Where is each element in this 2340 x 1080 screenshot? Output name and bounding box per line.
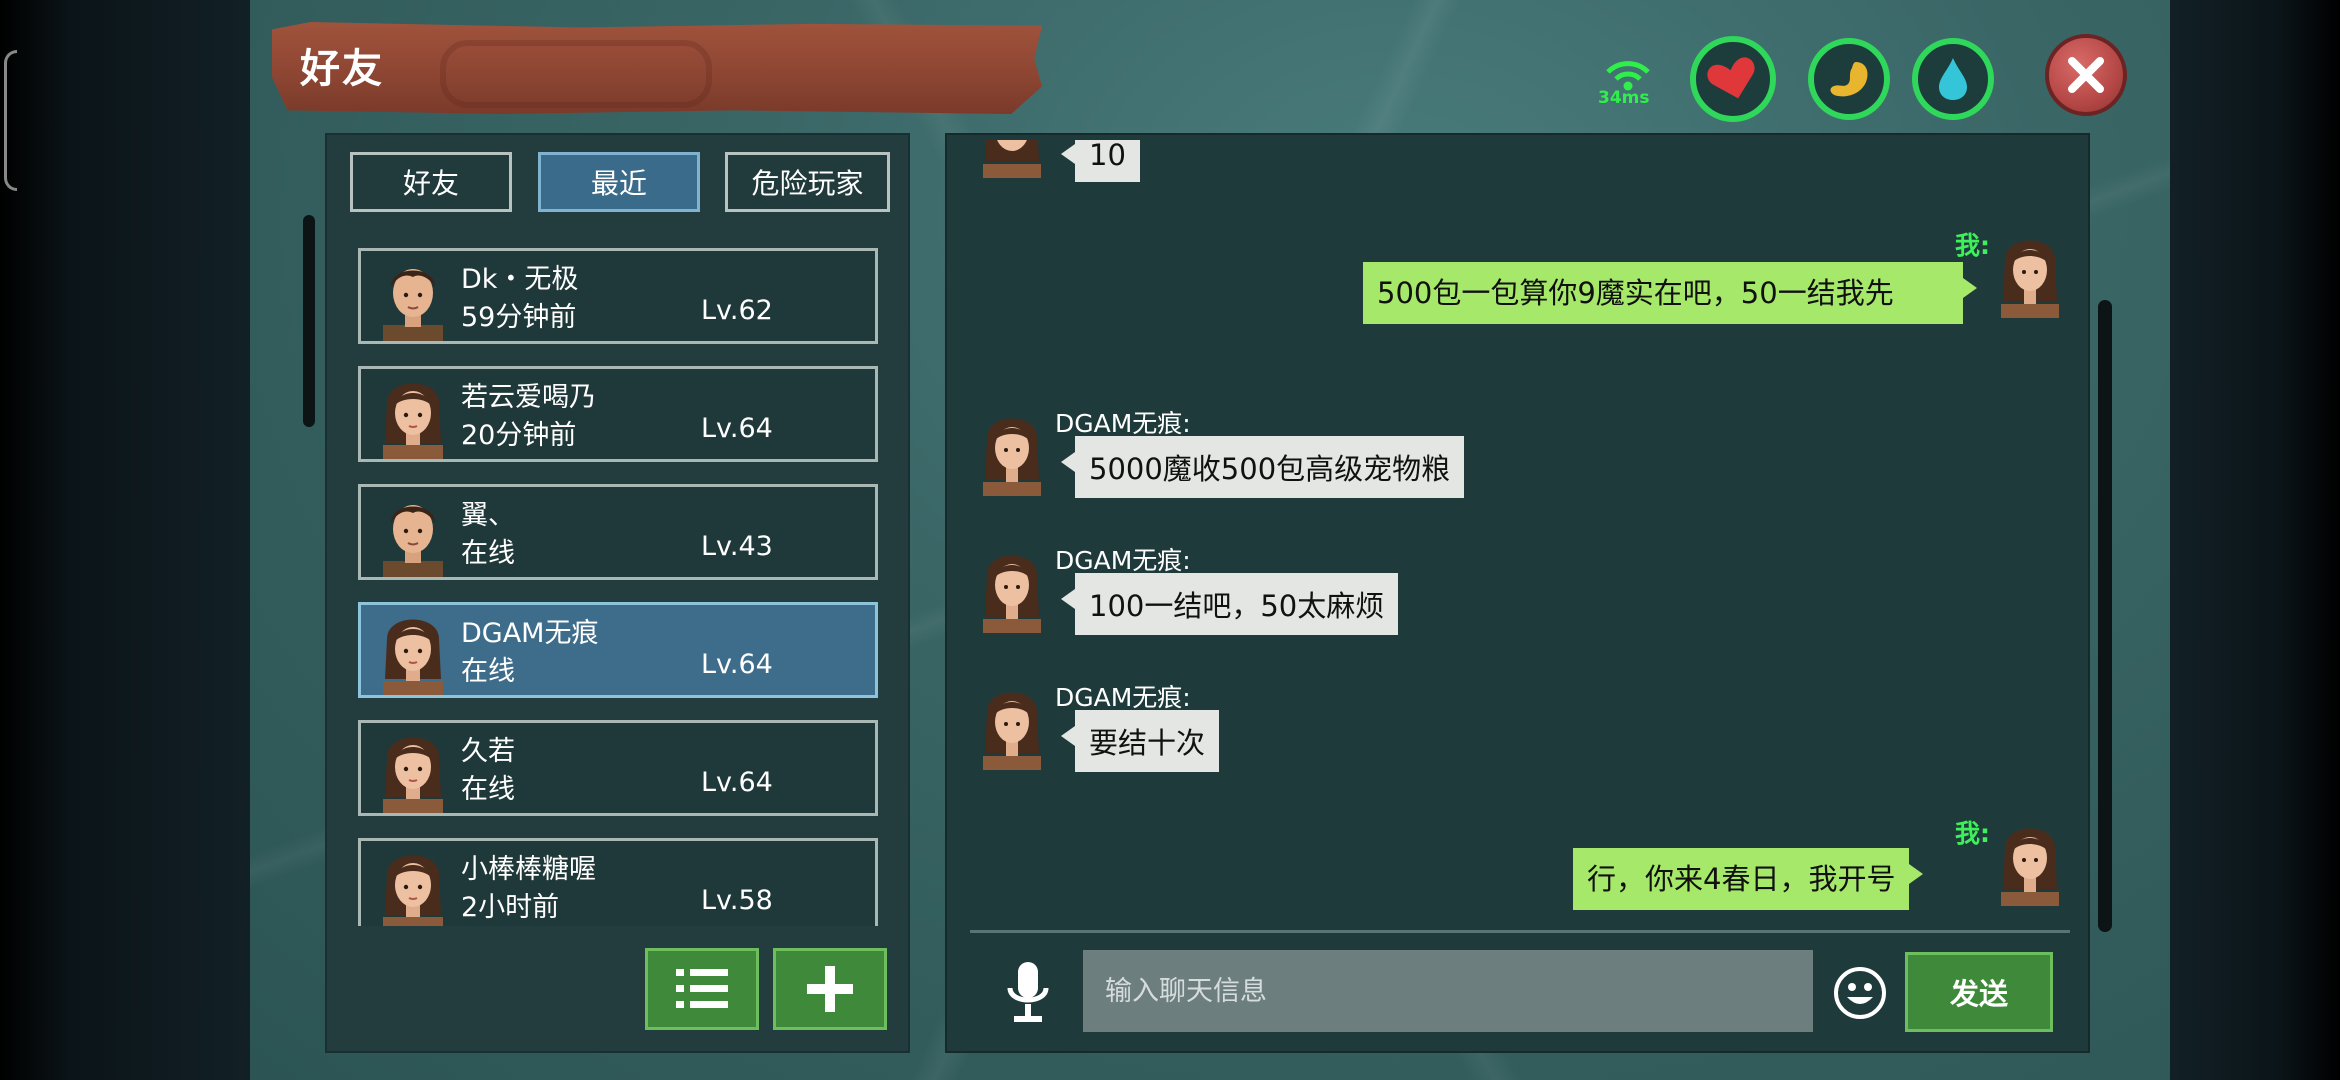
friend-level: Lv.62 <box>701 295 773 326</box>
chat-messages: 10 我: 500包一包算你9魔实在吧，50一结我先 DGAM无痕: 5000魔… <box>955 140 2075 930</box>
friend-last-seen: 20分钟前 <box>461 420 577 451</box>
close-button[interactable] <box>2045 34 2127 116</box>
friend-name: 翼、 <box>461 500 515 531</box>
microphone-icon <box>1007 962 1049 1022</box>
avatar <box>983 140 1041 178</box>
sender-name: DGAM无痕: <box>1055 546 1191 575</box>
chat-message-input[interactable] <box>1083 950 1813 1032</box>
close-icon <box>2068 57 2104 93</box>
list-icon <box>676 969 728 1008</box>
friend-last-seen: 在线 <box>461 774 515 805</box>
emoji-icon <box>1834 967 1886 1019</box>
avatar <box>383 269 443 341</box>
divider <box>970 930 2070 933</box>
tab-friends[interactable]: 好友 <box>350 152 512 212</box>
voice-input-button[interactable] <box>1000 958 1056 1028</box>
avatar <box>383 737 443 813</box>
avatar <box>2001 828 2059 906</box>
friend-last-seen: 59分钟前 <box>461 302 577 333</box>
stomach-icon <box>1830 62 1868 97</box>
friend-last-seen: 在线 <box>461 538 515 569</box>
friend-row[interactable]: 若云爱喝乃 20分钟前 Lv.64 <box>358 366 878 462</box>
friend-level: Lv.64 <box>701 767 773 798</box>
title-banner-decoration <box>440 40 712 108</box>
friend-level: Lv.58 <box>701 885 773 916</box>
ping-readout: 34ms <box>1598 88 1650 108</box>
chat-message: 要结十次 <box>1060 710 1220 772</box>
friend-row[interactable]: 翼、 在线 Lv.43 <box>358 484 878 580</box>
avatar <box>383 505 443 577</box>
friend-row[interactable]: 小棒棒糖喔 2小时前 Lv.58 <box>358 838 878 926</box>
friend-list-menu-button[interactable] <box>645 948 759 1030</box>
avatar <box>383 855 443 926</box>
friend-level: Lv.64 <box>701 649 773 680</box>
chat-scrollbar[interactable] <box>2098 300 2112 932</box>
friend-row[interactable]: DGAM无痕 在线 Lv.64 <box>358 602 878 698</box>
hunger-indicator <box>1808 38 1890 120</box>
friend-row[interactable]: 久若 在线 Lv.64 <box>358 720 878 816</box>
chat-message: 100一结吧，50太麻烦 <box>1060 573 1399 635</box>
avatar <box>383 619 443 695</box>
friend-last-seen: 2小时前 <box>461 892 560 923</box>
chat-message-mine: 500包一包算你9魔实在吧，50一结我先 <box>1363 262 1977 324</box>
sender-name: DGAM无痕: <box>1055 409 1191 438</box>
friend-name: 久若 <box>461 736 515 767</box>
chat-message: 5000魔收500包高级宠物粮 <box>1060 436 1465 498</box>
send-button[interactable]: 发送 <box>1905 952 2053 1032</box>
emoji-button[interactable] <box>1832 965 1888 1021</box>
plus-icon <box>807 966 853 1012</box>
avatar <box>983 555 1041 633</box>
friend-list: Dk・无极 59分钟前 Lv.62 若云爱喝乃 20分钟前 Lv.64 翼、 在… <box>358 248 880 926</box>
tab-dangerous-players[interactable]: 危险玩家 <box>725 152 890 212</box>
avatar <box>2001 240 2059 318</box>
friend-name: Dk・无极 <box>461 264 579 295</box>
chat-message-mine: 行，你来4春日，我开号 <box>1573 848 1924 910</box>
friend-name: 小棒棒糖喔 <box>461 854 596 885</box>
friend-name: DGAM无痕 <box>461 618 599 649</box>
tab-recent[interactable]: 最近 <box>538 152 700 212</box>
right-gutter <box>2170 0 2340 1080</box>
friend-row[interactable]: Dk・无极 59分钟前 Lv.62 <box>358 248 878 344</box>
page-title: 好友 <box>300 46 384 92</box>
friend-list-scrollbar[interactable] <box>303 215 315 427</box>
friend-level: Lv.64 <box>701 413 773 444</box>
friend-name: 若云爱喝乃 <box>461 382 596 413</box>
heart-icon <box>1707 57 1755 99</box>
wifi-icon <box>1606 61 1650 91</box>
device-edge <box>4 50 17 191</box>
health-indicator <box>1690 36 1776 122</box>
avatar <box>383 383 443 459</box>
me-label: 我: <box>1955 231 1990 260</box>
left-gutter <box>0 0 250 1080</box>
sender-name: DGAM无痕: <box>1055 683 1191 712</box>
water-drop-icon <box>1939 58 1967 100</box>
friend-level: Lv.43 <box>701 531 773 562</box>
me-label: 我: <box>1955 819 1990 848</box>
add-friend-button[interactable] <box>773 948 887 1030</box>
avatar <box>983 692 1041 770</box>
friend-last-seen: 在线 <box>461 656 515 687</box>
avatar <box>983 418 1041 496</box>
thirst-indicator <box>1912 38 1994 120</box>
chat-message: 10 <box>1061 140 1140 182</box>
